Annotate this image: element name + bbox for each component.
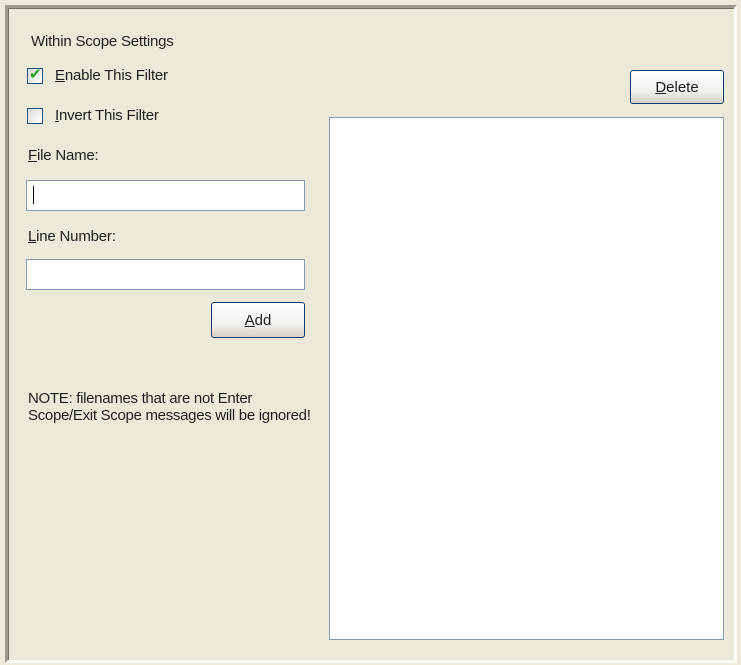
note-text: NOTE: filenames that are not Enter Scope… — [28, 390, 311, 424]
enable-filter-checkbox-row[interactable]: ✔ Enable This Filter — [27, 65, 168, 84]
add-button[interactable]: Add — [211, 302, 305, 338]
invert-filter-label[interactable]: Invert This Filter — [55, 107, 159, 124]
line-number-label: Line Number: — [28, 228, 116, 245]
add-button-accel: A — [244, 311, 255, 329]
file-name-input[interactable] — [26, 180, 305, 211]
delete-button-label-rest: elete — [666, 78, 699, 96]
delete-button[interactable]: Delete — [630, 70, 724, 104]
enable-filter-label[interactable]: Enable This Filter — [55, 67, 168, 84]
line-number-label-rest: ine Number: — [36, 228, 116, 245]
filter-list[interactable] — [329, 117, 724, 640]
checkmark-icon: ✔ — [29, 65, 42, 83]
enable-filter-checkbox[interactable]: ✔ — [27, 65, 43, 84]
file-name-accel: F — [28, 147, 37, 164]
text-caret — [33, 186, 34, 204]
file-name-label: File Name: — [28, 147, 99, 164]
add-button-label-rest: dd — [254, 311, 272, 329]
line-number-accel: L — [28, 228, 37, 245]
enable-filter-accel: E — [55, 67, 65, 84]
invert-filter-label-rest: nvert This Filter — [58, 107, 159, 124]
invert-filter-checkbox[interactable] — [27, 107, 43, 124]
delete-button-accel: D — [655, 78, 667, 96]
line-number-input[interactable] — [26, 259, 305, 290]
enable-filter-label-rest: nable This Filter — [64, 67, 168, 84]
invert-filter-checkbox-row[interactable]: Invert This Filter — [27, 107, 159, 124]
group-title: Within Scope Settings — [31, 33, 174, 50]
file-name-label-rest: ile Name: — [36, 147, 99, 164]
